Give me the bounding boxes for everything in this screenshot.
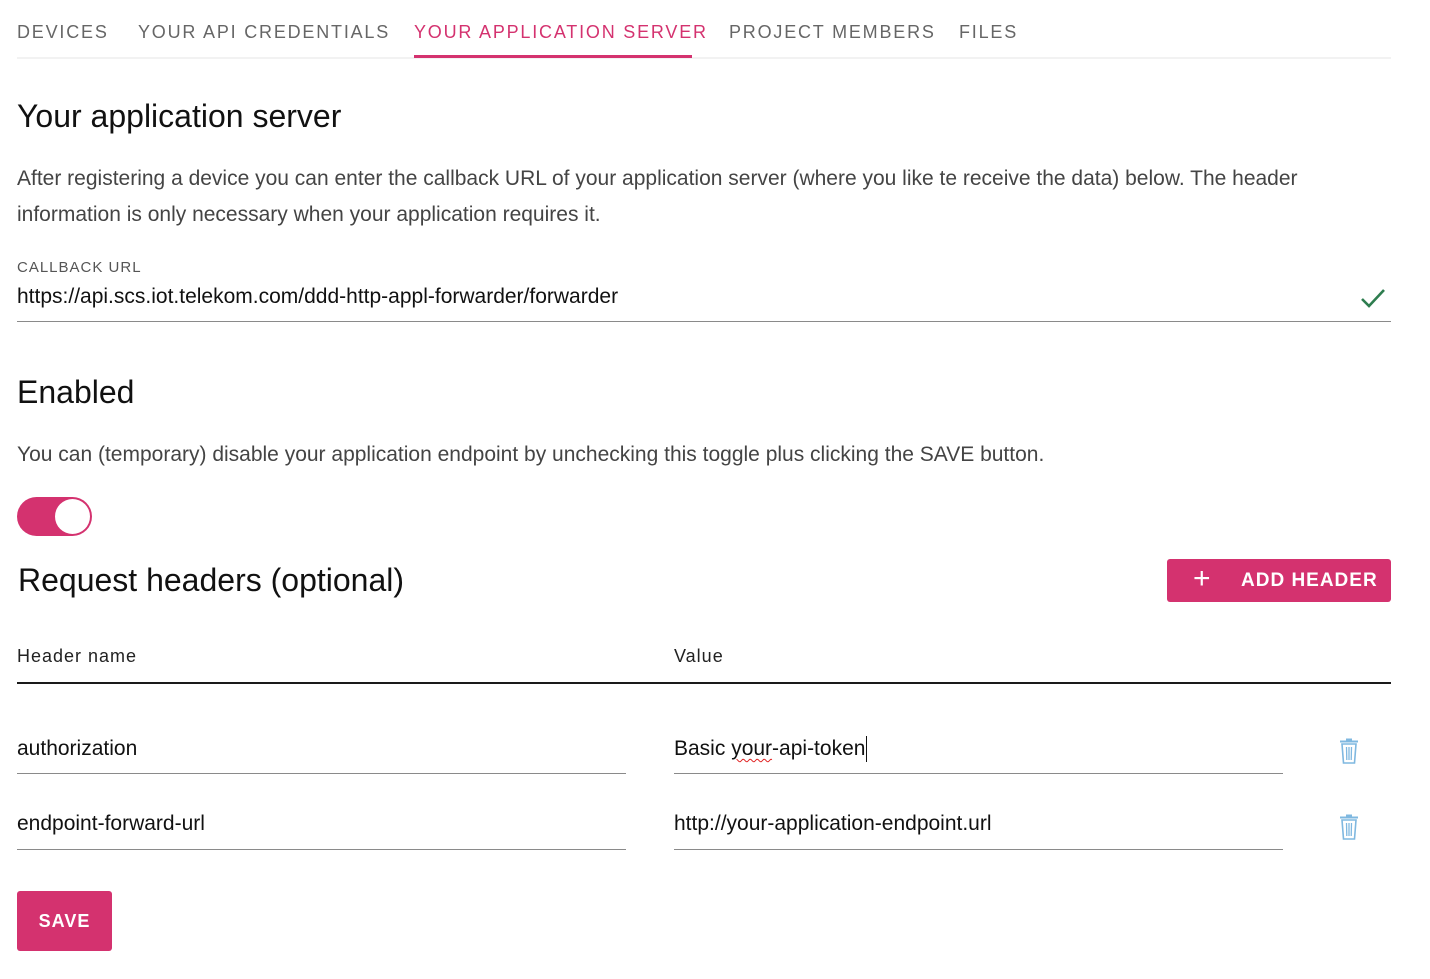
header-name-underline [17,849,626,850]
plus-icon: + [1193,562,1212,595]
header-name-column: Header name [17,646,138,666]
save-button[interactable]: SAVE [17,891,112,951]
value-column: Value [674,646,724,666]
add-header-label: ADD HEADER [1241,570,1378,591]
tab-bar: DEVICES YOUR API CREDENTIALS YOUR APPLIC… [17,0,1391,59]
callback-url-input[interactable]: https://api.scs.iot.telekom.com/ddd-http… [17,284,618,310]
text-caret [866,736,868,762]
enabled-description: You can (temporary) disable your applica… [17,443,1045,466]
add-header-button[interactable]: + ADD HEADER [1167,559,1391,602]
header-name-underline [17,773,626,774]
header-value-input[interactable]: Basic your-api-token [674,736,868,762]
header-name-input[interactable]: endpoint-forward-url [17,811,205,837]
value-suffix: -api-token [772,737,866,760]
spellcheck-flagged-word: your [731,737,773,760]
tab-files[interactable]: FILES [959,21,1018,43]
callback-url-label: CALLBACK URL [17,259,142,276]
tab-devices[interactable]: DEVICES [17,21,109,43]
check-icon [1361,289,1385,308]
app-server-description: After registering a device you can enter… [17,167,1298,226]
enabled-toggle[interactable] [17,497,92,536]
trash-icon[interactable] [1339,738,1359,764]
header-name-input[interactable]: authorization [17,736,137,762]
trash-icon[interactable] [1339,814,1359,840]
header-value-input[interactable]: http://your-application-endpoint.url [674,811,992,837]
app-server-title: Your application server [17,98,342,134]
header-value-underline [674,773,1283,774]
request-headers-title: Request headers (optional) [18,562,405,598]
table-header-divider [17,682,1391,684]
tab-application-server[interactable]: YOUR APPLICATION SERVER [414,21,708,43]
callback-url-underline [17,321,1391,322]
enabled-title: Enabled [17,374,135,410]
tab-api-credentials[interactable]: YOUR API CREDENTIALS [138,21,390,43]
tab-project-members[interactable]: PROJECT MEMBERS [729,21,936,43]
toggle-knob [55,499,90,534]
header-value-underline [674,849,1283,850]
value-prefix: Basic [674,737,732,760]
active-tab-indicator [414,55,692,58]
